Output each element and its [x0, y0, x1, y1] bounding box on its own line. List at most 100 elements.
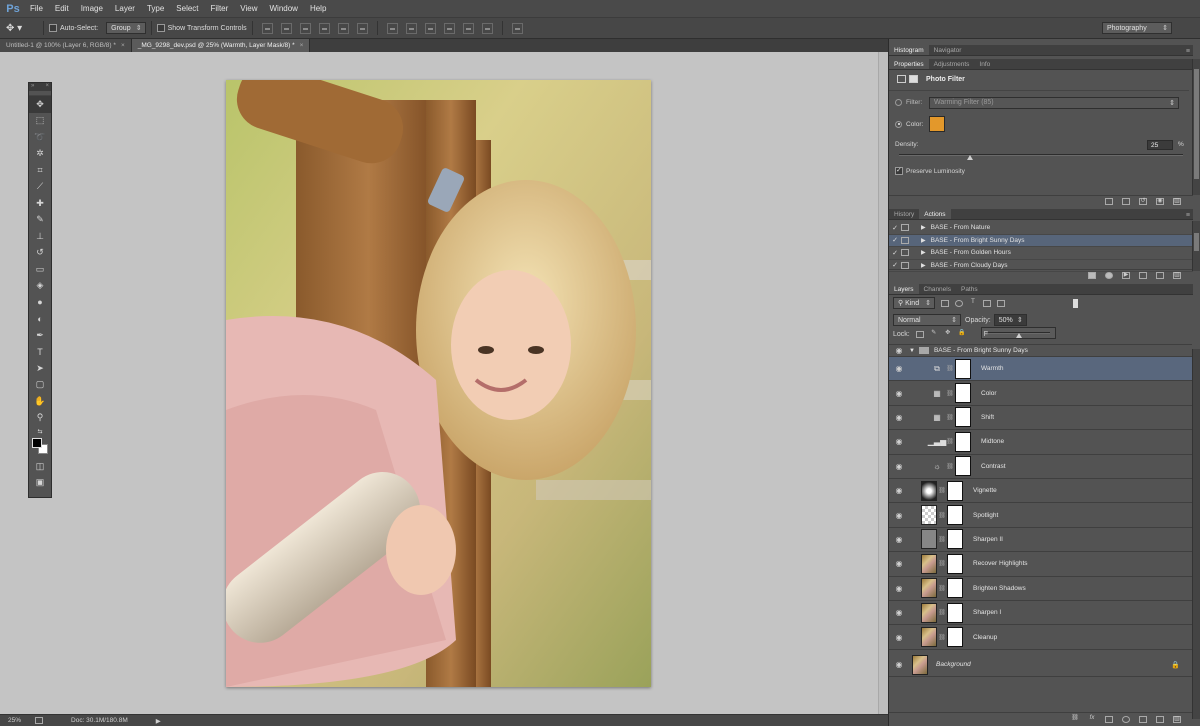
menu-filter[interactable]: Filter [205, 4, 235, 13]
layer-style-icon[interactable]: fx [1088, 715, 1096, 723]
mask-link-icon[interactable]: ⛓ [946, 463, 954, 470]
tab-channels[interactable]: Channels [919, 284, 956, 294]
eye-icon[interactable]: ◉ [889, 364, 909, 373]
new-layer-icon[interactable] [1156, 716, 1164, 723]
mask-link-icon[interactable]: ⛓ [938, 585, 946, 592]
distribute-left-icon[interactable] [443, 22, 455, 34]
distribute-right-icon[interactable] [481, 22, 493, 34]
paint-bucket-tool-icon[interactable]: ◈ [29, 278, 51, 295]
eye-icon[interactable]: ◉ [889, 633, 909, 642]
history-brush-tool-icon[interactable]: ↺ [29, 245, 51, 262]
eyedropper-tool-icon[interactable]: ⟋ [29, 179, 51, 196]
mask-link-icon[interactable]: ⛓ [938, 487, 946, 494]
action-enabled-check-icon[interactable]: ✓ [889, 236, 901, 244]
menu-layer[interactable]: Layer [109, 4, 141, 13]
background-layer-row[interactable]: ◉ Background 🔒 [889, 653, 1192, 678]
layer-mask-thumbnail[interactable] [955, 407, 971, 428]
close-icon[interactable]: × [121, 42, 125, 49]
layer-group-row[interactable]: ◉ ▼ BASE - From Bright Sunny Days [889, 345, 1192, 357]
blend-mode-dropdown[interactable]: Normal [893, 314, 961, 326]
checkbox-icon[interactable] [49, 24, 57, 32]
eraser-tool-icon[interactable]: ▭ [29, 261, 51, 278]
opacity-input[interactable]: 50% [993, 314, 1027, 326]
menu-select[interactable]: Select [170, 4, 204, 13]
distribute-top-icon[interactable] [386, 22, 398, 34]
play-icon[interactable]: ▶ [1122, 272, 1130, 279]
action-row[interactable]: ✓ ▶ BASE - From Nature [889, 222, 1193, 235]
export-icon[interactable] [35, 717, 44, 724]
type-tool-icon[interactable]: T [29, 344, 51, 361]
lock-position-icon[interactable]: ✥ [944, 330, 952, 338]
expand-triangle-icon[interactable]: ▶ [921, 237, 926, 244]
auto-align-icon[interactable] [511, 22, 523, 34]
eye-icon[interactable]: ◉ [889, 660, 909, 669]
filter-pixel-icon[interactable] [941, 299, 949, 307]
layer-row[interactable]: ◉ ☼ ⛓ Contrast [889, 455, 1192, 479]
layer-mask-thumbnail[interactable] [955, 383, 971, 404]
visibility-icon[interactable]: ◉ [1156, 198, 1164, 205]
panel-menu-icon[interactable]: ≡ [1186, 48, 1193, 55]
align-right-icon[interactable] [356, 22, 368, 34]
filter-type-icon[interactable]: T [969, 299, 977, 307]
new-group-icon[interactable] [1139, 716, 1147, 723]
document-photo[interactable] [226, 80, 651, 687]
mask-link-icon[interactable]: ⛓ [946, 390, 954, 397]
brush-tool-icon[interactable]: ✎ [29, 212, 51, 229]
eye-icon[interactable]: ◉ [889, 346, 909, 355]
layer-row[interactable]: ◉ ⛓ Sharpen II [889, 528, 1192, 553]
density-input[interactable]: 25 [1147, 140, 1173, 150]
color-radio[interactable] [895, 120, 902, 128]
pen-tool-icon[interactable]: ✒ [29, 327, 51, 344]
expand-triangle-icon[interactable]: ▶ [921, 224, 926, 231]
tab-properties[interactable]: Properties [889, 59, 929, 69]
auto-select-dropdown[interactable]: Group [106, 22, 146, 34]
eye-icon[interactable]: ◉ [889, 413, 909, 422]
delete-icon[interactable]: ▥ [1173, 716, 1181, 723]
collapse-icon[interactable]: » [31, 83, 34, 91]
magic-wand-tool-icon[interactable]: ✲ [29, 146, 51, 163]
quick-mask-icon[interactable]: ◫ [29, 458, 51, 475]
mask-link-icon[interactable]: ⛓ [946, 414, 954, 421]
shape-tool-icon[interactable]: ▢ [29, 377, 51, 394]
mask-link-icon[interactable]: ⛓ [938, 609, 946, 616]
move-tool-icon[interactable]: ✥ [29, 96, 51, 113]
hand-tool-icon[interactable]: ✋ [29, 393, 51, 410]
crop-tool-icon[interactable]: ⌗ [29, 162, 51, 179]
filter-smart-object-icon[interactable] [997, 299, 1005, 307]
view-previous-icon[interactable] [1122, 198, 1130, 205]
mask-link-icon[interactable]: ⛓ [946, 438, 954, 445]
adjustment-layer-icon[interactable] [1122, 716, 1130, 723]
layer-mask-thumbnail[interactable] [947, 529, 963, 550]
tab-info[interactable]: Info [974, 59, 995, 69]
tab-actions[interactable]: Actions [919, 209, 951, 219]
layer-mask-thumbnail[interactable] [947, 480, 963, 501]
screen-mode-icon[interactable]: ▣ [29, 475, 51, 492]
menu-edit[interactable]: Edit [49, 4, 75, 13]
lasso-tool-icon[interactable]: ➰ [29, 129, 51, 146]
layer-mask-icon[interactable] [909, 75, 918, 83]
density-slider-thumb[interactable] [967, 155, 973, 160]
filter-color-swatch[interactable] [929, 116, 946, 132]
filter-radio[interactable] [895, 99, 902, 106]
layer-row[interactable]: ◉ ▁▃▅ ⛓ Midtone [889, 430, 1192, 455]
status-menu-arrow[interactable]: ▶ [156, 717, 161, 725]
density-slider[interactable] [899, 154, 1183, 156]
distribute-vcenter-icon[interactable] [405, 22, 417, 34]
stop-icon[interactable] [1088, 272, 1096, 279]
mask-link-icon[interactable]: ⛓ [938, 536, 946, 543]
tab-navigator[interactable]: Navigator [929, 45, 967, 55]
opacity-slider-popup[interactable] [981, 327, 1056, 339]
action-enabled-check-icon[interactable]: ✓ [889, 224, 901, 232]
clip-to-layer-icon[interactable] [1105, 198, 1113, 205]
menu-view[interactable]: View [234, 4, 263, 13]
distribute-bottom-icon[interactable] [424, 22, 436, 34]
lock-all-icon[interactable]: 🔒 [958, 330, 966, 338]
group-expand-icon[interactable]: ▼ [909, 348, 915, 354]
layer-mask-thumbnail[interactable] [947, 627, 963, 648]
dodge-tool-icon[interactable]: ◐ [29, 311, 51, 328]
tab-layers[interactable]: Layers [889, 284, 919, 294]
menu-type[interactable]: Type [141, 4, 170, 13]
layer-mask-thumbnail[interactable] [947, 553, 963, 574]
layers-scrollbar[interactable] [1192, 349, 1200, 719]
preserve-luminosity-checkbox[interactable] [895, 167, 903, 175]
